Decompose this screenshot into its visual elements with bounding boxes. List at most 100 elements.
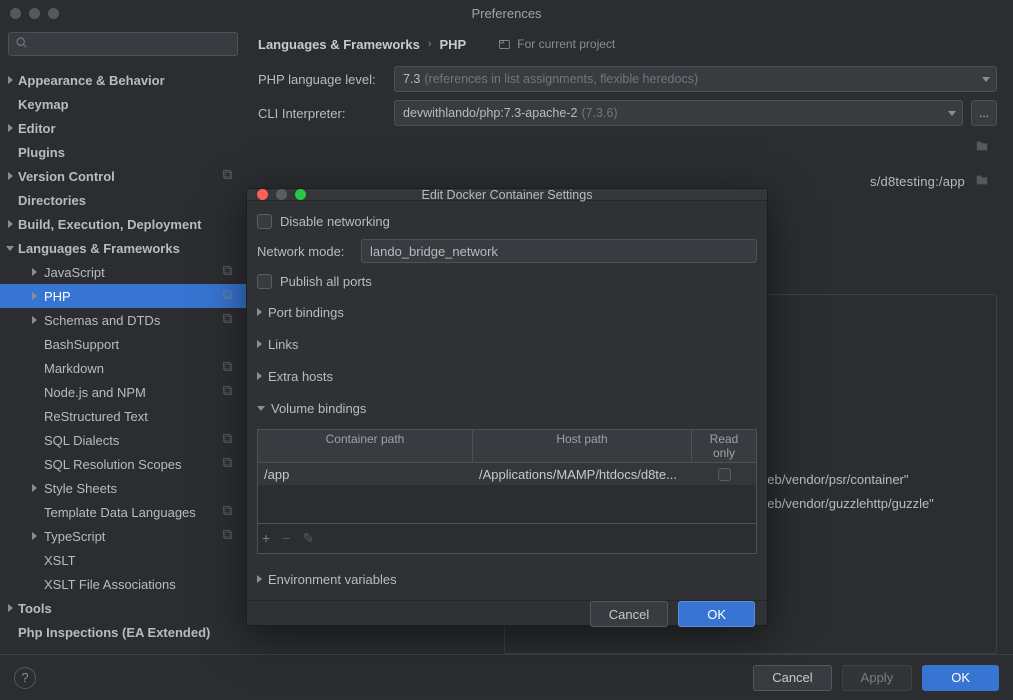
sidebar-item-label: Schemas and DTDs [44,313,160,328]
cli-label: CLI Interpreter: [258,106,386,121]
lang-level-select[interactable]: 7.3 (references in list assignments, fle… [394,66,997,92]
col-read-only: Read only [692,430,756,462]
dialog-titlebar: Edit Docker Container Settings [247,189,767,201]
project-icon [221,456,234,472]
chevron-right-icon [8,220,13,228]
apply-button: Apply [842,665,913,691]
breadcrumb-leaf: PHP [440,37,467,52]
sidebar-item-label: XSLT [44,553,76,568]
docker-settings-dialog: Edit Docker Container Settings Disable n… [246,188,768,626]
chevron-right-icon [8,76,13,84]
folder-icon[interactable] [975,173,989,190]
sidebar-item-bashsupport[interactable]: BashSupport [0,332,246,356]
cli-select[interactable]: devwithlando/php:7.3-apache-2 (7.3.6) [394,100,963,126]
search-icon [15,36,28,52]
bottom-bar: ? Cancel Apply OK [0,654,1013,700]
project-icon [221,528,234,544]
help-button[interactable]: ? [14,667,36,689]
readonly-checkbox[interactable] [718,468,731,481]
table-row[interactable]: /app /Applications/MAMP/htdocs/d8te... [258,463,756,485]
chevron-down-icon [948,111,956,116]
network-mode-input[interactable]: lando_bridge_network [361,239,757,263]
sidebar-item-style-sheets[interactable]: Style Sheets [0,476,246,500]
sidebar-item-label: SQL Dialects [44,433,119,448]
sidebar-item-label: TypeScript [44,529,105,544]
project-icon [221,384,234,400]
path-mapping-text: s/d8testing:/app [870,174,965,189]
sidebar-item-label: Version Control [18,169,115,184]
sidebar-item-template-data-languages[interactable]: Template Data Languages [0,500,246,524]
sidebar-item-schemas-and-dtds[interactable]: Schemas and DTDs [0,308,246,332]
sidebar-item-node-js-and-npm[interactable]: Node.js and NPM [0,380,246,404]
dialog-ok-button[interactable]: OK [678,601,755,627]
sidebar-item-xslt[interactable]: XSLT [0,548,246,572]
sidebar-item-label: XSLT File Associations [44,577,176,592]
chevron-right-icon [32,484,37,492]
sidebar-item-label: Appearance & Behavior [18,73,165,88]
remove-icon[interactable]: − [282,530,290,547]
project-icon [221,168,234,184]
col-host-path: Host path [473,430,692,462]
env-vars-section[interactable]: Environment variables [257,566,757,592]
sidebar-item-label: Template Data Languages [44,505,196,520]
sidebar-item-label: Node.js and NPM [44,385,146,400]
extra-hosts-section[interactable]: Extra hosts [257,363,757,389]
publish-all-checkbox[interactable] [257,274,272,289]
preferences-window: Preferences Languages & Frameworks › PHP… [0,0,1013,700]
sidebar-item-restructured-text[interactable]: ReStructured Text [0,404,246,428]
breadcrumb-group: Languages & Frameworks [258,37,420,52]
settings-tree[interactable]: Appearance & Behavior Keymap EditorPlugins… [0,62,246,654]
volume-bindings-section[interactable]: Volume bindings [257,395,757,421]
col-container-path: Container path [258,430,473,462]
sidebar-item-directories[interactable]: Directories [0,188,246,212]
sidebar-item-keymap[interactable]: Keymap [0,92,246,116]
sidebar-item-javascript[interactable]: JavaScript [0,260,246,284]
sidebar-item-label: Tools [18,601,52,616]
search-input[interactable] [8,32,238,56]
port-bindings-section[interactable]: Port bindings [257,299,757,325]
breadcrumb: Languages & Frameworks › PHP For current… [258,26,997,62]
sidebar-item-appearance-behavior[interactable]: Appearance & Behavior [0,68,246,92]
chevron-right-icon [32,316,37,324]
ok-button[interactable]: OK [922,665,999,691]
sidebar-item-php[interactable]: PHP [0,284,246,308]
project-icon [221,312,234,328]
sidebar-item-tools[interactable]: Tools [0,596,246,620]
sidebar-item-label: Build, Execution, Deployment [18,217,201,232]
edit-icon[interactable]: ✎ [302,530,314,547]
cli-more-button[interactable]: ... [971,100,997,126]
sidebar-item-markdown[interactable]: Markdown [0,356,246,380]
sidebar-item-label: Markdown [44,361,104,376]
sidebar-item-plugins[interactable]: Plugins [0,140,246,164]
sidebar-item-version-control[interactable]: Version Control [0,164,246,188]
sidebar-item-xslt-file-associations[interactable]: XSLT File Associations [0,572,246,596]
window-title: Preferences [0,6,1013,21]
cancel-button[interactable]: Cancel [753,665,831,691]
sidebar-item-build-execution-deployment[interactable]: Build, Execution, Deployment [0,212,246,236]
sidebar-item-editor[interactable]: Editor [0,116,246,140]
volume-bindings-table: Container path Host path Read only /app … [257,429,757,554]
sidebar-item-label: Keymap [18,97,69,112]
chevron-right-icon [32,292,37,300]
chevron-down-icon [982,77,990,82]
sidebar-item-label: JavaScript [44,265,105,280]
project-icon [221,264,234,280]
chevron-right-icon [32,268,37,276]
project-icon [221,360,234,376]
disable-networking-label: Disable networking [280,214,390,229]
sidebar-item-php-inspections-ea-extended-[interactable]: Php Inspections (EA Extended) [0,620,246,644]
chevron-right-icon [8,124,13,132]
chevron-right-icon [8,172,13,180]
chevron-right-icon [32,532,37,540]
network-mode-label: Network mode: [257,244,353,259]
sidebar-item-languages-frameworks[interactable]: Languages & Frameworks [0,236,246,260]
sidebar-item-label: Directories [18,193,86,208]
dialog-cancel-button[interactable]: Cancel [590,601,668,627]
sidebar-item-sql-dialects[interactable]: SQL Dialects [0,428,246,452]
add-icon[interactable]: + [262,530,270,547]
sidebar-item-sql-resolution-scopes[interactable]: SQL Resolution Scopes [0,452,246,476]
sidebar-item-typescript[interactable]: TypeScript [0,524,246,548]
folder-icon[interactable] [975,139,989,156]
disable-networking-checkbox[interactable] [257,214,272,229]
links-section[interactable]: Links [257,331,757,357]
